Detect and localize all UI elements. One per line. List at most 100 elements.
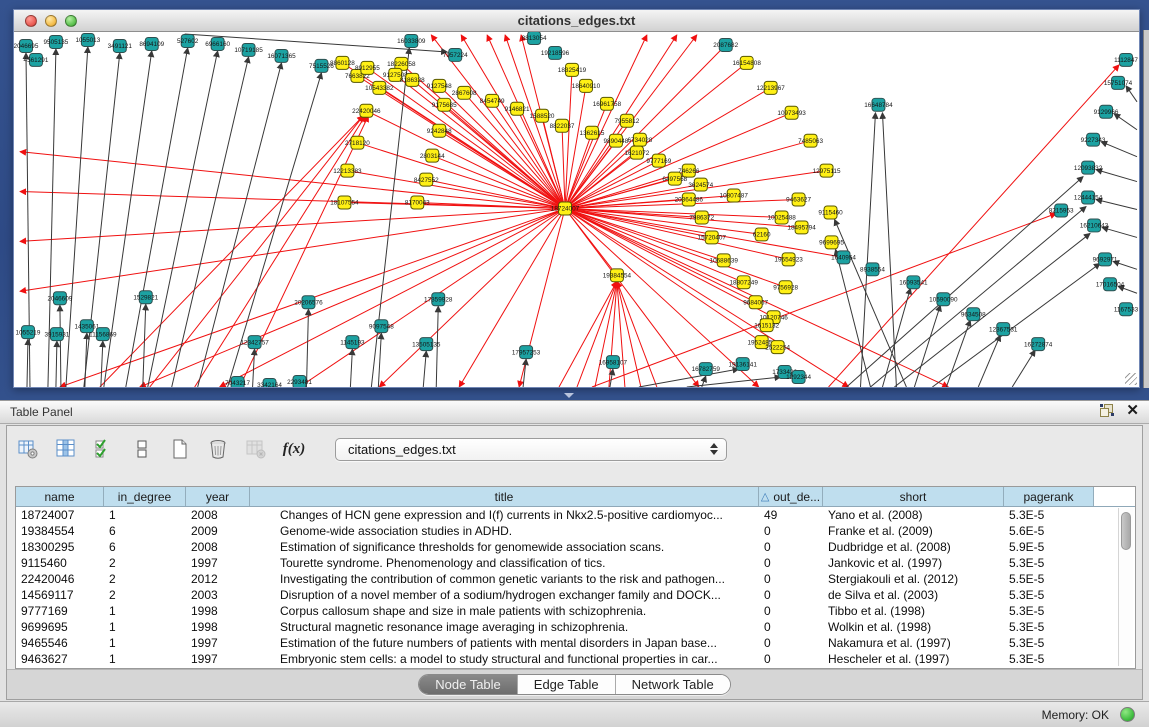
- graph-edge[interactable]: [946, 320, 970, 387]
- graph-node[interactable]: 9115460: [818, 206, 843, 219]
- graph-edge[interactable]: [371, 48, 409, 387]
- graph-node[interactable]: 9227343: [1081, 133, 1106, 146]
- column-header-title[interactable]: title: [250, 487, 759, 506]
- graph-node[interactable]: 8170043: [405, 196, 430, 209]
- graph-edge[interactable]: [101, 341, 103, 387]
- graph-edge[interactable]: [459, 209, 565, 387]
- graph-edge[interactable]: [306, 309, 308, 387]
- graph-edge[interactable]: [140, 209, 565, 387]
- graph-edge[interactable]: [60, 305, 61, 387]
- graph-node[interactable]: 2293481: [287, 376, 312, 387]
- function-builder-button[interactable]: f(x): [281, 436, 307, 462]
- graph-edge[interactable]: [378, 333, 381, 387]
- network-graph-svg[interactable]: 2046695950513510550133491121869410945612…: [14, 32, 1139, 387]
- table-row[interactable]: 1456911722003Disruption of a novel membe…: [16, 587, 1135, 603]
- graph-node[interactable]: 9890448: [604, 134, 629, 147]
- graph-edge[interactable]: [143, 304, 146, 387]
- graph-node[interactable]: 1055219: [16, 326, 41, 339]
- graph-node[interactable]: 8694109: [139, 37, 164, 50]
- graph-edge[interactable]: [395, 75, 565, 209]
- graph-node[interactable]: 10807487: [720, 189, 749, 202]
- graph-node[interactable]: 7957224: [443, 48, 468, 61]
- graph-node[interactable]: 2867608: [452, 86, 477, 99]
- graph-edge[interactable]: [220, 209, 565, 387]
- graph-edge[interactable]: [978, 335, 1000, 387]
- graph-node[interactable]: 10688639: [710, 254, 739, 267]
- graph-edge[interactable]: [379, 88, 565, 209]
- graph-node[interactable]: 12213967: [756, 81, 785, 94]
- graph-edge[interactable]: [565, 209, 744, 283]
- table-vertical-scrollbar[interactable]: [1118, 508, 1133, 666]
- graph-node[interactable]: 9463627: [786, 193, 811, 206]
- graph-node[interactable]: 9699695: [819, 236, 844, 249]
- delete-table-button[interactable]: [243, 436, 269, 462]
- graph-node[interactable]: 20206576: [294, 296, 323, 309]
- graph-edge[interactable]: [835, 219, 907, 387]
- table-row[interactable]: 946554611997Estimation of the future num…: [16, 635, 1135, 651]
- graph-node[interactable]: 10025488: [767, 211, 796, 224]
- table-row[interactable]: 1938455462009Genome-wide association stu…: [16, 523, 1135, 539]
- graph-node[interactable]: 9242848: [427, 124, 452, 137]
- show-column-button[interactable]: [53, 436, 79, 462]
- column-header-year[interactable]: year: [186, 487, 250, 506]
- graph-node[interactable]: 1167533: [1114, 303, 1139, 316]
- create-table-button[interactable]: [167, 436, 193, 462]
- graph-edge[interactable]: [914, 305, 940, 387]
- graph-edge[interactable]: [1101, 142, 1137, 157]
- column-header-in_degree[interactable]: in_degree: [104, 487, 186, 506]
- tab-node-table[interactable]: Node Table: [419, 675, 518, 694]
- table-settings-button[interactable]: [15, 436, 41, 462]
- graph-node[interactable]: 3342164: [257, 379, 282, 387]
- graph-node[interactable]: 19136141: [729, 358, 758, 371]
- graph-node[interactable]: 16093541: [899, 276, 928, 289]
- graph-node[interactable]: 19654923: [774, 253, 803, 266]
- table-row[interactable]: 1830029562008Estimation of significance …: [16, 539, 1135, 555]
- graph-node[interactable]: 8454749: [480, 94, 505, 107]
- graph-edge[interactable]: [829, 65, 1119, 387]
- table-row[interactable]: 969969511998Structural magnetic resonanc…: [16, 619, 1135, 635]
- tab-edge-table[interactable]: Edge Table: [518, 675, 616, 694]
- graph-node[interactable]: 8822037: [550, 119, 575, 132]
- graph-node[interactable]: 3915931: [45, 328, 70, 341]
- graph-node[interactable]: 9634508: [961, 308, 986, 321]
- graph-edge[interactable]: [1012, 350, 1035, 387]
- graph-node[interactable]: 7986372: [689, 211, 714, 224]
- graph-node[interactable]: 18640910: [572, 79, 601, 92]
- graph-edge[interactable]: [932, 263, 1100, 387]
- graph-node[interactable]: 18107554: [330, 196, 359, 209]
- graph-node[interactable]: 1588520: [530, 109, 555, 122]
- graph-edge[interactable]: [100, 116, 364, 387]
- graph-node[interactable]: 7485063: [798, 134, 823, 147]
- graph-node[interactable]: 2718120: [345, 136, 370, 149]
- graph-edge[interactable]: [565, 209, 786, 288]
- graph-node[interactable]: 12367531: [989, 323, 1018, 336]
- network-canvas[interactable]: 2046695950513510550133491121869410945612…: [14, 32, 1139, 387]
- graph-edge[interactable]: [559, 281, 617, 387]
- column-header-short[interactable]: short: [823, 487, 1004, 506]
- graph-edge[interactable]: [882, 288, 910, 387]
- table-row[interactable]: 2242004622012Investigating the contribut…: [16, 571, 1135, 587]
- graph-edge[interactable]: [379, 209, 565, 387]
- graph-node[interactable]: 7043217: [225, 377, 250, 387]
- graph-node[interactable]: 16648784: [864, 98, 893, 111]
- graph-edge[interactable]: [350, 349, 352, 387]
- graph-edge[interactable]: [847, 177, 1084, 387]
- table-row[interactable]: 946362711997Embryonic stem cells: a mode…: [16, 651, 1135, 667]
- graph-edge[interactable]: [870, 207, 1086, 387]
- delete-column-button[interactable]: [205, 436, 231, 462]
- graph-edge[interactable]: [1114, 114, 1137, 130]
- float-panel-button[interactable]: [1100, 404, 1114, 418]
- graph-node[interactable]: 19384554: [603, 269, 632, 282]
- graph-node[interactable]: 2803144: [420, 149, 445, 162]
- graph-node[interactable]: 9097548: [369, 320, 394, 333]
- select-columns-button[interactable]: [91, 436, 117, 462]
- graph-node[interactable]: 16961758: [593, 97, 622, 110]
- graph-edge[interactable]: [687, 377, 781, 387]
- graph-edge[interactable]: [577, 281, 617, 387]
- graph-node[interactable]: 16154808: [733, 56, 762, 69]
- graph-node[interactable]: 15751074: [1104, 76, 1133, 89]
- scrollbar-thumb[interactable]: [1121, 512, 1131, 550]
- splitter-handle-icon[interactable]: [564, 393, 574, 398]
- graph-node[interactable]: 4561291: [24, 53, 49, 66]
- graph-edge[interactable]: [565, 209, 699, 387]
